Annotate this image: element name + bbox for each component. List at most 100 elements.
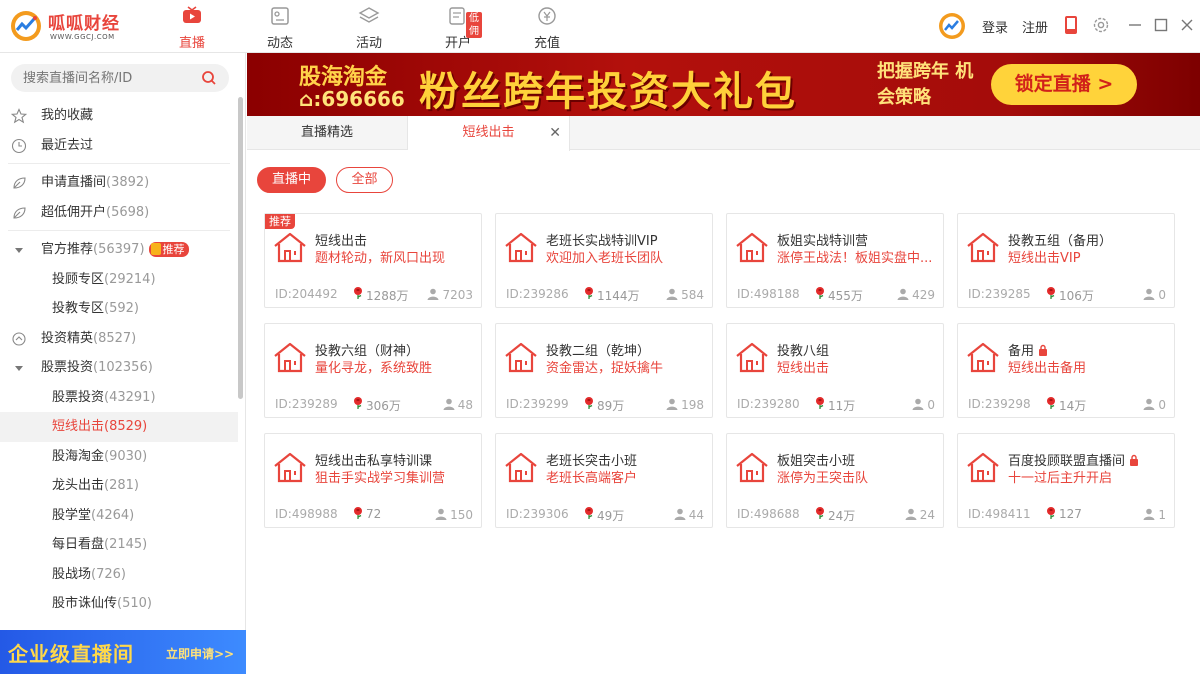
- sidebar-item-text: 超低佣开户: [41, 204, 107, 220]
- live-room-card[interactable]: 投教六组（财神） 量化寻龙，系统致胜 ID:239289 306万 48: [264, 323, 482, 418]
- rose-icon: [816, 287, 824, 299]
- room-id: ID:498688: [737, 507, 800, 521]
- room-viewers-count: 198: [681, 398, 704, 412]
- top-bar: 呱呱财经 WWW.GGCJ.COM 直播 动态 活动 开户 低佣 充值 登录 注…: [0, 0, 1200, 53]
- room-viewers: 429: [897, 287, 935, 302]
- app-logo[interactable]: 呱呱财经 WWW.GGCJ.COM: [10, 8, 130, 44]
- sidebar-item-8[interactable]: 短线出击(8529): [0, 412, 238, 442]
- sidebar-item-11[interactable]: 股学堂(4264): [0, 501, 238, 531]
- nav-recharge[interactable]: 充值: [515, 0, 579, 53]
- sidebar-item-favorites[interactable]: 我的收藏: [0, 101, 238, 131]
- sidebar-item-label: 每日看盘(2145): [52, 530, 147, 560]
- sidebar-item-12[interactable]: 每日看盘(2145): [0, 530, 238, 560]
- coin-icon: [538, 7, 556, 25]
- room-viewers: 198: [666, 397, 704, 412]
- sidebar-item-count: (281): [104, 478, 139, 493]
- sidebar-item-10[interactable]: 龙头出击(281): [0, 471, 238, 501]
- person-icon: [1143, 508, 1155, 520]
- person-icon: [443, 398, 455, 410]
- house-icon: [274, 342, 306, 373]
- sidebar-item-3[interactable]: 投顾专区(29214): [0, 265, 238, 295]
- sidebar-item-5[interactable]: 投资精英(8527): [0, 324, 238, 354]
- search-icon[interactable]: [201, 70, 217, 86]
- banner-room: ⌂:696666: [299, 87, 405, 111]
- room-id: ID:239289: [275, 397, 338, 411]
- sidebar-item-label: 龙头出击(281): [52, 471, 139, 501]
- promo-cta[interactable]: 立即申请>>: [166, 645, 234, 662]
- room-id: ID:239285: [968, 287, 1031, 301]
- sidebar-item-label: 股票投资(102356): [41, 353, 153, 383]
- tab-featured[interactable]: 直播精选: [247, 116, 408, 150]
- sidebar-item-label: 投顾专区(29214): [52, 265, 156, 295]
- room-viewers-count: 24: [919, 508, 935, 522]
- live-room-card[interactable]: 推荐 短线出击 题材轮动，新风口出现 ID:204492 1288万 7203: [264, 213, 482, 308]
- sidebar-item-label: 我的收藏: [41, 108, 94, 123]
- live-room-card[interactable]: 投教五组（备用） 短线出击VIP ID:239285 106万 0: [957, 213, 1175, 308]
- sidebar-item-7[interactable]: 股票投资(43291): [0, 383, 238, 413]
- lock-icon: [1130, 454, 1139, 466]
- sidebar-item-text: 投教专区: [52, 301, 105, 316]
- close-icon[interactable]: [1178, 16, 1196, 34]
- nav-feed[interactable]: 动态: [248, 0, 312, 53]
- sidebar-item-recent[interactable]: 最近去过: [0, 131, 238, 161]
- filter-all-button[interactable]: 全部: [336, 167, 393, 193]
- login-link[interactable]: 登录: [982, 17, 1008, 36]
- gear-icon[interactable]: [1092, 16, 1110, 34]
- sidebar-item-9[interactable]: 股海淘金(9030): [0, 442, 238, 472]
- promo-banner[interactable]: 股海淘金 ⌂:696666 粉丝跨年投资大礼包 把握跨年 机会策略 锁定直播 >: [247, 53, 1200, 116]
- sidebar-item-4[interactable]: 投教专区(592): [0, 294, 238, 324]
- house-icon: [505, 232, 537, 263]
- minimize-icon[interactable]: [1126, 16, 1144, 34]
- room-viewers: 0: [1143, 287, 1166, 302]
- sidebar-item-label: 短线出击(8529): [52, 412, 147, 442]
- room-roses: 49万: [597, 509, 625, 523]
- room-roses: 455万: [828, 289, 863, 303]
- sidebar-item-13[interactable]: 股战场(726): [0, 560, 238, 590]
- sidebar-item-1[interactable]: 超低佣开户(5698): [0, 198, 238, 228]
- sidebar-item-0[interactable]: 申请直播间(3892): [0, 168, 238, 198]
- sidebar-item-label: 股票投资(43291): [52, 383, 156, 413]
- tab-close-icon[interactable]: ✕: [549, 116, 561, 150]
- nav-activity[interactable]: 活动: [337, 0, 401, 53]
- house-icon: [736, 232, 768, 263]
- live-room-card[interactable]: 投教八组 短线出击 ID:239280 11万 0: [726, 323, 944, 418]
- live-room-card[interactable]: 板姐实战特训营 涨停王战法！板姐实盘中... ID:498188 455万 429: [726, 213, 944, 308]
- sidebar-item-2[interactable]: 官方推荐(56397) 推荐: [0, 235, 238, 265]
- live-room-card[interactable]: 备用 短线出击备用 ID:239298 14万 0: [957, 323, 1175, 418]
- maximize-icon[interactable]: [1152, 16, 1170, 34]
- search-input[interactable]: [23, 69, 193, 87]
- live-room-card[interactable]: 板姐突击小班 涨停为王突击队 ID:498688 24万 24: [726, 433, 944, 528]
- live-room-card[interactable]: 投教二组（乾坤） 资金雷达，捉妖擒牛 ID:239299 89万 198: [495, 323, 713, 418]
- room-roses: 89万: [597, 399, 625, 413]
- avatar[interactable]: [938, 12, 966, 40]
- live-room-card[interactable]: 老班长实战特训VIP 欢迎加入老班长团队 ID:239286 1144万 584: [495, 213, 713, 308]
- app-url: WWW.GGCJ.COM: [50, 33, 115, 41]
- sidebar-item-6[interactable]: 股票投资(102356): [0, 353, 238, 383]
- house-icon: [967, 452, 999, 483]
- tab-short-term[interactable]: 短线出击 ✕: [408, 116, 570, 151]
- tab-bar: 直播精选 短线出击 ✕: [247, 116, 1200, 151]
- banner-cta-button[interactable]: 锁定直播 >: [991, 64, 1137, 105]
- triangle-icon: [15, 248, 23, 253]
- sidebar-scrollbar[interactable]: [238, 97, 243, 399]
- enterprise-promo-banner[interactable]: 企业级直播间 立即申请>>: [0, 630, 246, 674]
- recommend-badge: 推荐: [265, 214, 295, 229]
- search-box: [11, 64, 229, 92]
- room-desc: 欢迎加入老班长团队: [546, 251, 664, 266]
- room-viewers: 48: [443, 397, 473, 412]
- house-icon: [967, 232, 999, 263]
- register-link[interactable]: 注册: [1022, 17, 1048, 36]
- app-window: 呱呱财经 WWW.GGCJ.COM 直播 动态 活动 开户 低佣 充值 登录 注…: [0, 0, 1200, 674]
- phone-icon[interactable]: [1064, 15, 1078, 35]
- room-id: ID:239286: [506, 287, 569, 301]
- room-viewers-count: 584: [681, 288, 704, 302]
- live-room-card[interactable]: 老班长突击小班 老班长高端客户 ID:239306 49万 44: [495, 433, 713, 528]
- live-room-card[interactable]: 短线出击私享特训课 狙击手实战学习集训营 ID:498988 72 150: [264, 433, 482, 528]
- sidebar-item-count: (8527): [93, 330, 137, 346]
- live-room-card[interactable]: 百度投顾联盟直播间 十一过后主升开启 ID:498411 127 1: [957, 433, 1175, 528]
- leaf-icon: [13, 177, 26, 189]
- filter-live-button[interactable]: 直播中: [257, 167, 326, 193]
- sidebar-item-14[interactable]: 股市诛仙传(510): [0, 589, 238, 619]
- nav-live[interactable]: 直播: [160, 0, 224, 53]
- sidebar-item-text: 股票投资: [41, 360, 94, 375]
